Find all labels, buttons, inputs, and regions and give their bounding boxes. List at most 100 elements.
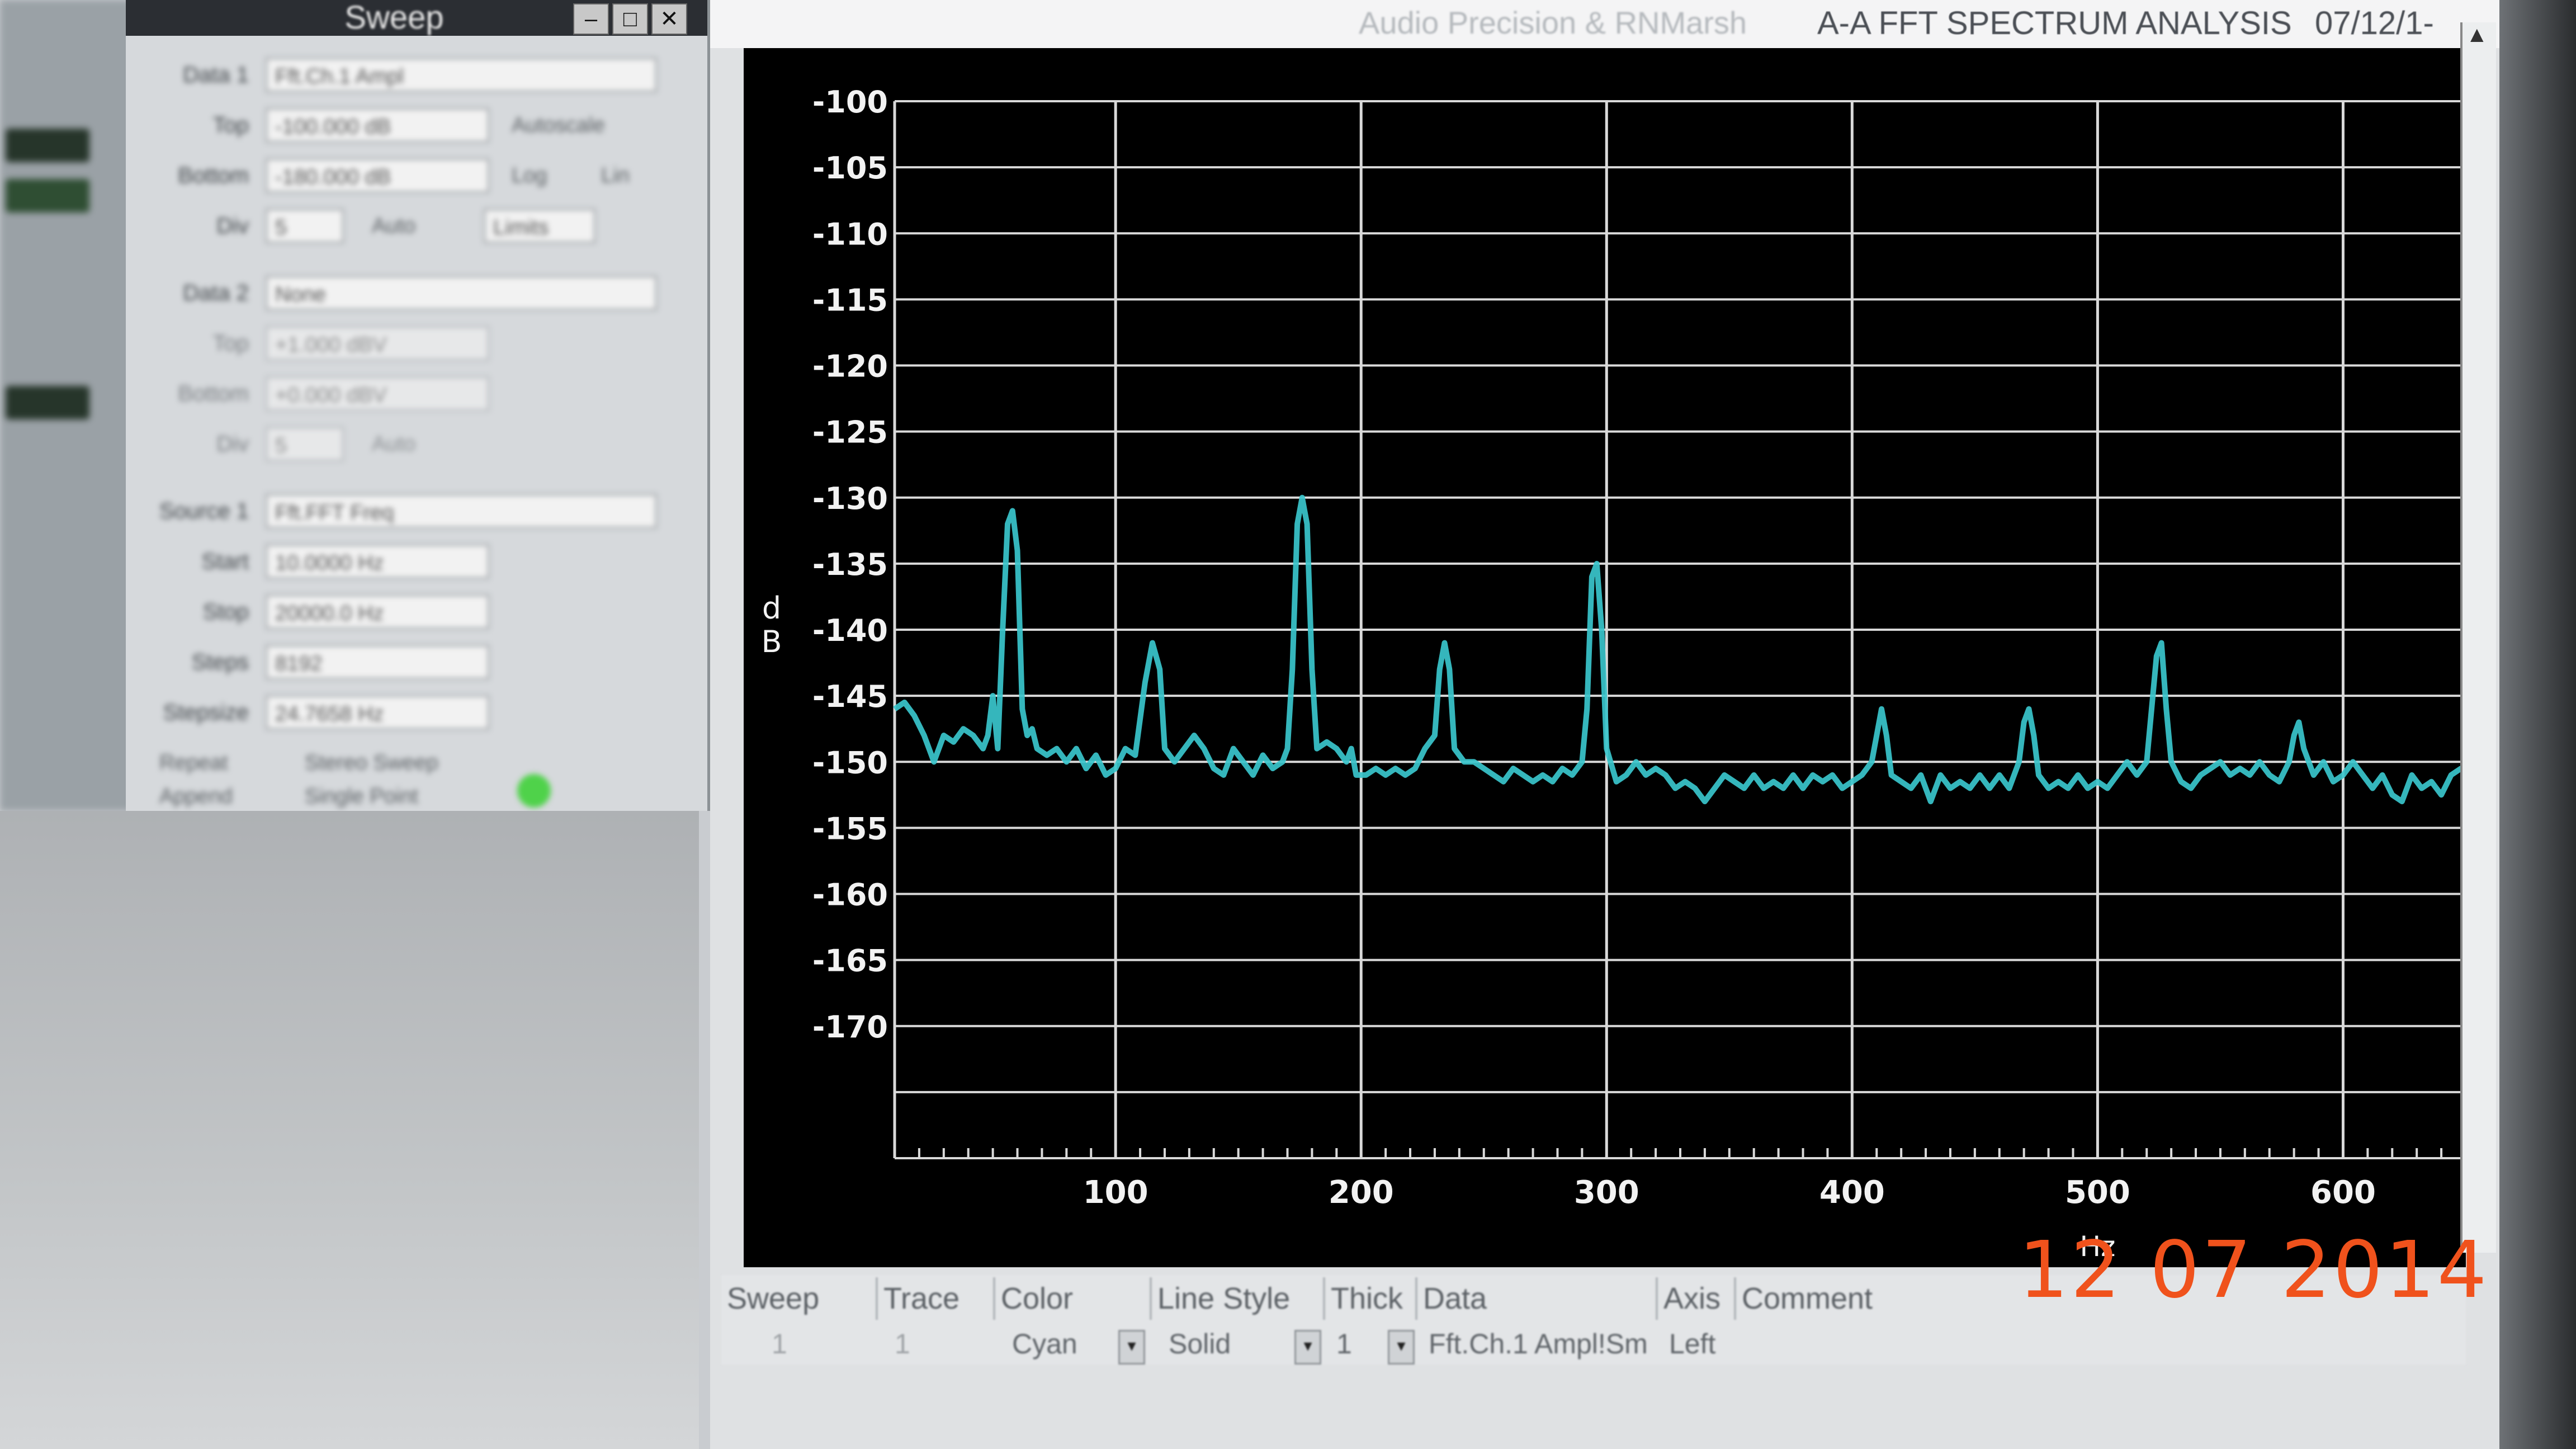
color-dropdown-arrow-icon[interactable]: ▾: [1118, 1330, 1145, 1365]
sweep-title: Sweep: [344, 0, 444, 36]
source1-row: Source 1 Fft.FFT Freq: [137, 489, 696, 534]
graph-area[interactable]: -100 -105 -110 -115 -120 -125 -130 -135 -140 -145…: [744, 48, 2466, 1267]
cell-comment[interactable]: [1742, 1325, 2133, 1362]
auto-checkbox[interactable]: Auto: [372, 204, 415, 248]
x-tick-label: 600: [2310, 1174, 2376, 1211]
background-window-strip: [0, 0, 134, 811]
header-axis[interactable]: Axis: [1658, 1277, 1736, 1320]
y-tick-label: -125: [812, 415, 888, 450]
header-data[interactable]: Data: [1417, 1277, 1658, 1320]
x-tick-label: 200: [1329, 1174, 1394, 1211]
camera-date-stamp: 12 07 2014: [2019, 1225, 2489, 1316]
div2-label: Div: [216, 432, 249, 456]
x-tick-label: 500: [2065, 1174, 2130, 1211]
start-row: Start 10.0000 Hz: [137, 539, 696, 584]
spectrum-trace-line: [893, 494, 2466, 805]
bottom2-row: Bottom +0.000 dBV: [137, 371, 696, 416]
top2-field[interactable]: +1.000 dBV: [266, 326, 489, 361]
y-tick-label: -170: [812, 1009, 888, 1045]
top-field[interactable]: -100.000 dB: [266, 108, 489, 143]
y-tick-label: -150: [812, 745, 888, 780]
div-label: Div: [216, 214, 249, 238]
go-status-led[interactable]: [517, 774, 551, 808]
data1-label: Data 1: [183, 63, 249, 87]
y-tick-label: -110: [812, 216, 888, 252]
y-tick-label: -165: [812, 943, 888, 979]
bottom2-label: Bottom: [178, 381, 249, 406]
cell-data[interactable]: Fft.Ch.1 Ampl!Sm: [1423, 1325, 1658, 1362]
auto2-checkbox[interactable]: Auto: [372, 422, 415, 466]
stop-label: Stop: [202, 600, 249, 624]
header-thick[interactable]: Thick: [1325, 1277, 1417, 1320]
sweep-form: Data 1 Fft.Ch.1 Ampl Top -100.000 dB Aut…: [126, 36, 707, 811]
header-sweep[interactable]: Sweep: [721, 1277, 878, 1320]
thick-dropdown-arrow-icon[interactable]: ▾: [1388, 1330, 1415, 1365]
top2-row: Top +1.000 dBV: [137, 321, 696, 366]
header-line-style[interactable]: Line Style: [1152, 1277, 1325, 1320]
data1-field[interactable]: Fft.Ch.1 Ampl: [266, 58, 657, 92]
source1-field[interactable]: Fft.FFT Freq: [266, 494, 657, 528]
stepsize-label: Stepsize: [163, 700, 249, 725]
fft-title-left: Audio Precision & RNMarsh: [1359, 5, 1747, 40]
fft-title: A-A FFT SPECTRUM ANALYSIS: [1817, 5, 2292, 41]
stop-field[interactable]: 20000.0 Hz: [266, 594, 489, 629]
div2-row: Div 5 Auto: [137, 422, 696, 466]
y-tick-label: -160: [812, 877, 888, 913]
y-tick-label: -130: [812, 481, 888, 516]
y-tick-label: -145: [812, 679, 888, 714]
cell-line-style[interactable]: Solid: [1163, 1325, 1292, 1362]
cell-axis[interactable]: Left: [1663, 1325, 1736, 1362]
div2-field[interactable]: 5: [266, 427, 344, 461]
div-field[interactable]: 5: [266, 209, 344, 243]
x-tick-label: 400: [1819, 1174, 1885, 1211]
steps-label: Steps: [191, 650, 249, 674]
line-style-dropdown-arrow-icon[interactable]: ▾: [1294, 1330, 1321, 1365]
stop-row: Stop 20000.0 Hz: [137, 589, 696, 634]
bottom-row: Bottom -180.000 dB Log Lin: [137, 153, 696, 198]
header-trace[interactable]: Trace: [878, 1277, 995, 1320]
y-tick-label: -120: [812, 349, 888, 384]
y-axis-label-b: B: [761, 624, 782, 659]
y-tick-label: -135: [812, 547, 888, 582]
bottom2-field[interactable]: +0.000 dBV: [266, 376, 489, 411]
vertical-scrollbar[interactable]: ▲: [2460, 22, 2496, 1253]
start-field[interactable]: 10.0000 Hz: [266, 544, 489, 579]
maximize-button[interactable]: □: [612, 3, 648, 35]
y-axis-label-d: d: [762, 591, 781, 626]
data1-row: Data 1 Fft.Ch.1 Ampl: [137, 53, 696, 97]
sweep-panel: Sweep – □ ✕ Data 1 Fft.Ch.1 Ampl Top -10…: [126, 0, 711, 811]
close-button[interactable]: ✕: [651, 3, 687, 35]
limits-button[interactable]: Limits: [484, 209, 595, 243]
cell-sweep[interactable]: 1: [766, 1325, 822, 1362]
bottom-field[interactable]: -180.000 dB: [266, 158, 489, 193]
y-tick-label: -115: [812, 282, 888, 318]
y-tick-label: -140: [812, 613, 888, 648]
bottom-label: Bottom: [178, 163, 249, 188]
y-tick-label: -100: [812, 84, 888, 120]
x-tick-label: 300: [1574, 1174, 1639, 1211]
cell-thick[interactable]: 1: [1331, 1325, 1387, 1362]
fft-titlebar: Audio Precision & RNMarsh A-A FFT SPECTR…: [710, 0, 2499, 48]
fft-title-date: 07/12/1-: [2315, 5, 2434, 41]
lin-radio[interactable]: Lin: [601, 153, 630, 198]
top2-label: Top: [212, 331, 249, 356]
stepsize-row: Stepsize 24.7658 Hz: [137, 690, 696, 735]
header-color[interactable]: Color: [995, 1277, 1152, 1320]
autoscale-checkbox[interactable]: Autoscale: [512, 103, 605, 148]
sweep-titlebar: Sweep – □ ✕: [126, 0, 707, 36]
panel-indicator: [6, 129, 89, 162]
scroll-up-icon[interactable]: ▲: [2466, 22, 2488, 48]
y-tick-label: -155: [812, 811, 888, 846]
steps-row: Steps 8192: [137, 640, 696, 685]
stepsize-field[interactable]: 24.7658 Hz: [266, 695, 489, 730]
log-radio[interactable]: Log: [512, 153, 547, 198]
source1-label: Source 1: [159, 499, 249, 523]
data2-field[interactable]: None: [266, 276, 657, 310]
data2-row: Data 2 None: [137, 271, 696, 315]
minimize-button[interactable]: –: [573, 3, 609, 35]
monitor-bezel: [2499, 0, 2576, 1449]
steps-field[interactable]: 8192: [266, 645, 489, 679]
cell-trace[interactable]: 1: [889, 1325, 945, 1362]
fft-spectrum-chart: -100 -105 -110 -115 -120 -125 -130 -135 -140 -145…: [761, 84, 2466, 1263]
cell-color[interactable]: Cyan: [1006, 1325, 1118, 1362]
